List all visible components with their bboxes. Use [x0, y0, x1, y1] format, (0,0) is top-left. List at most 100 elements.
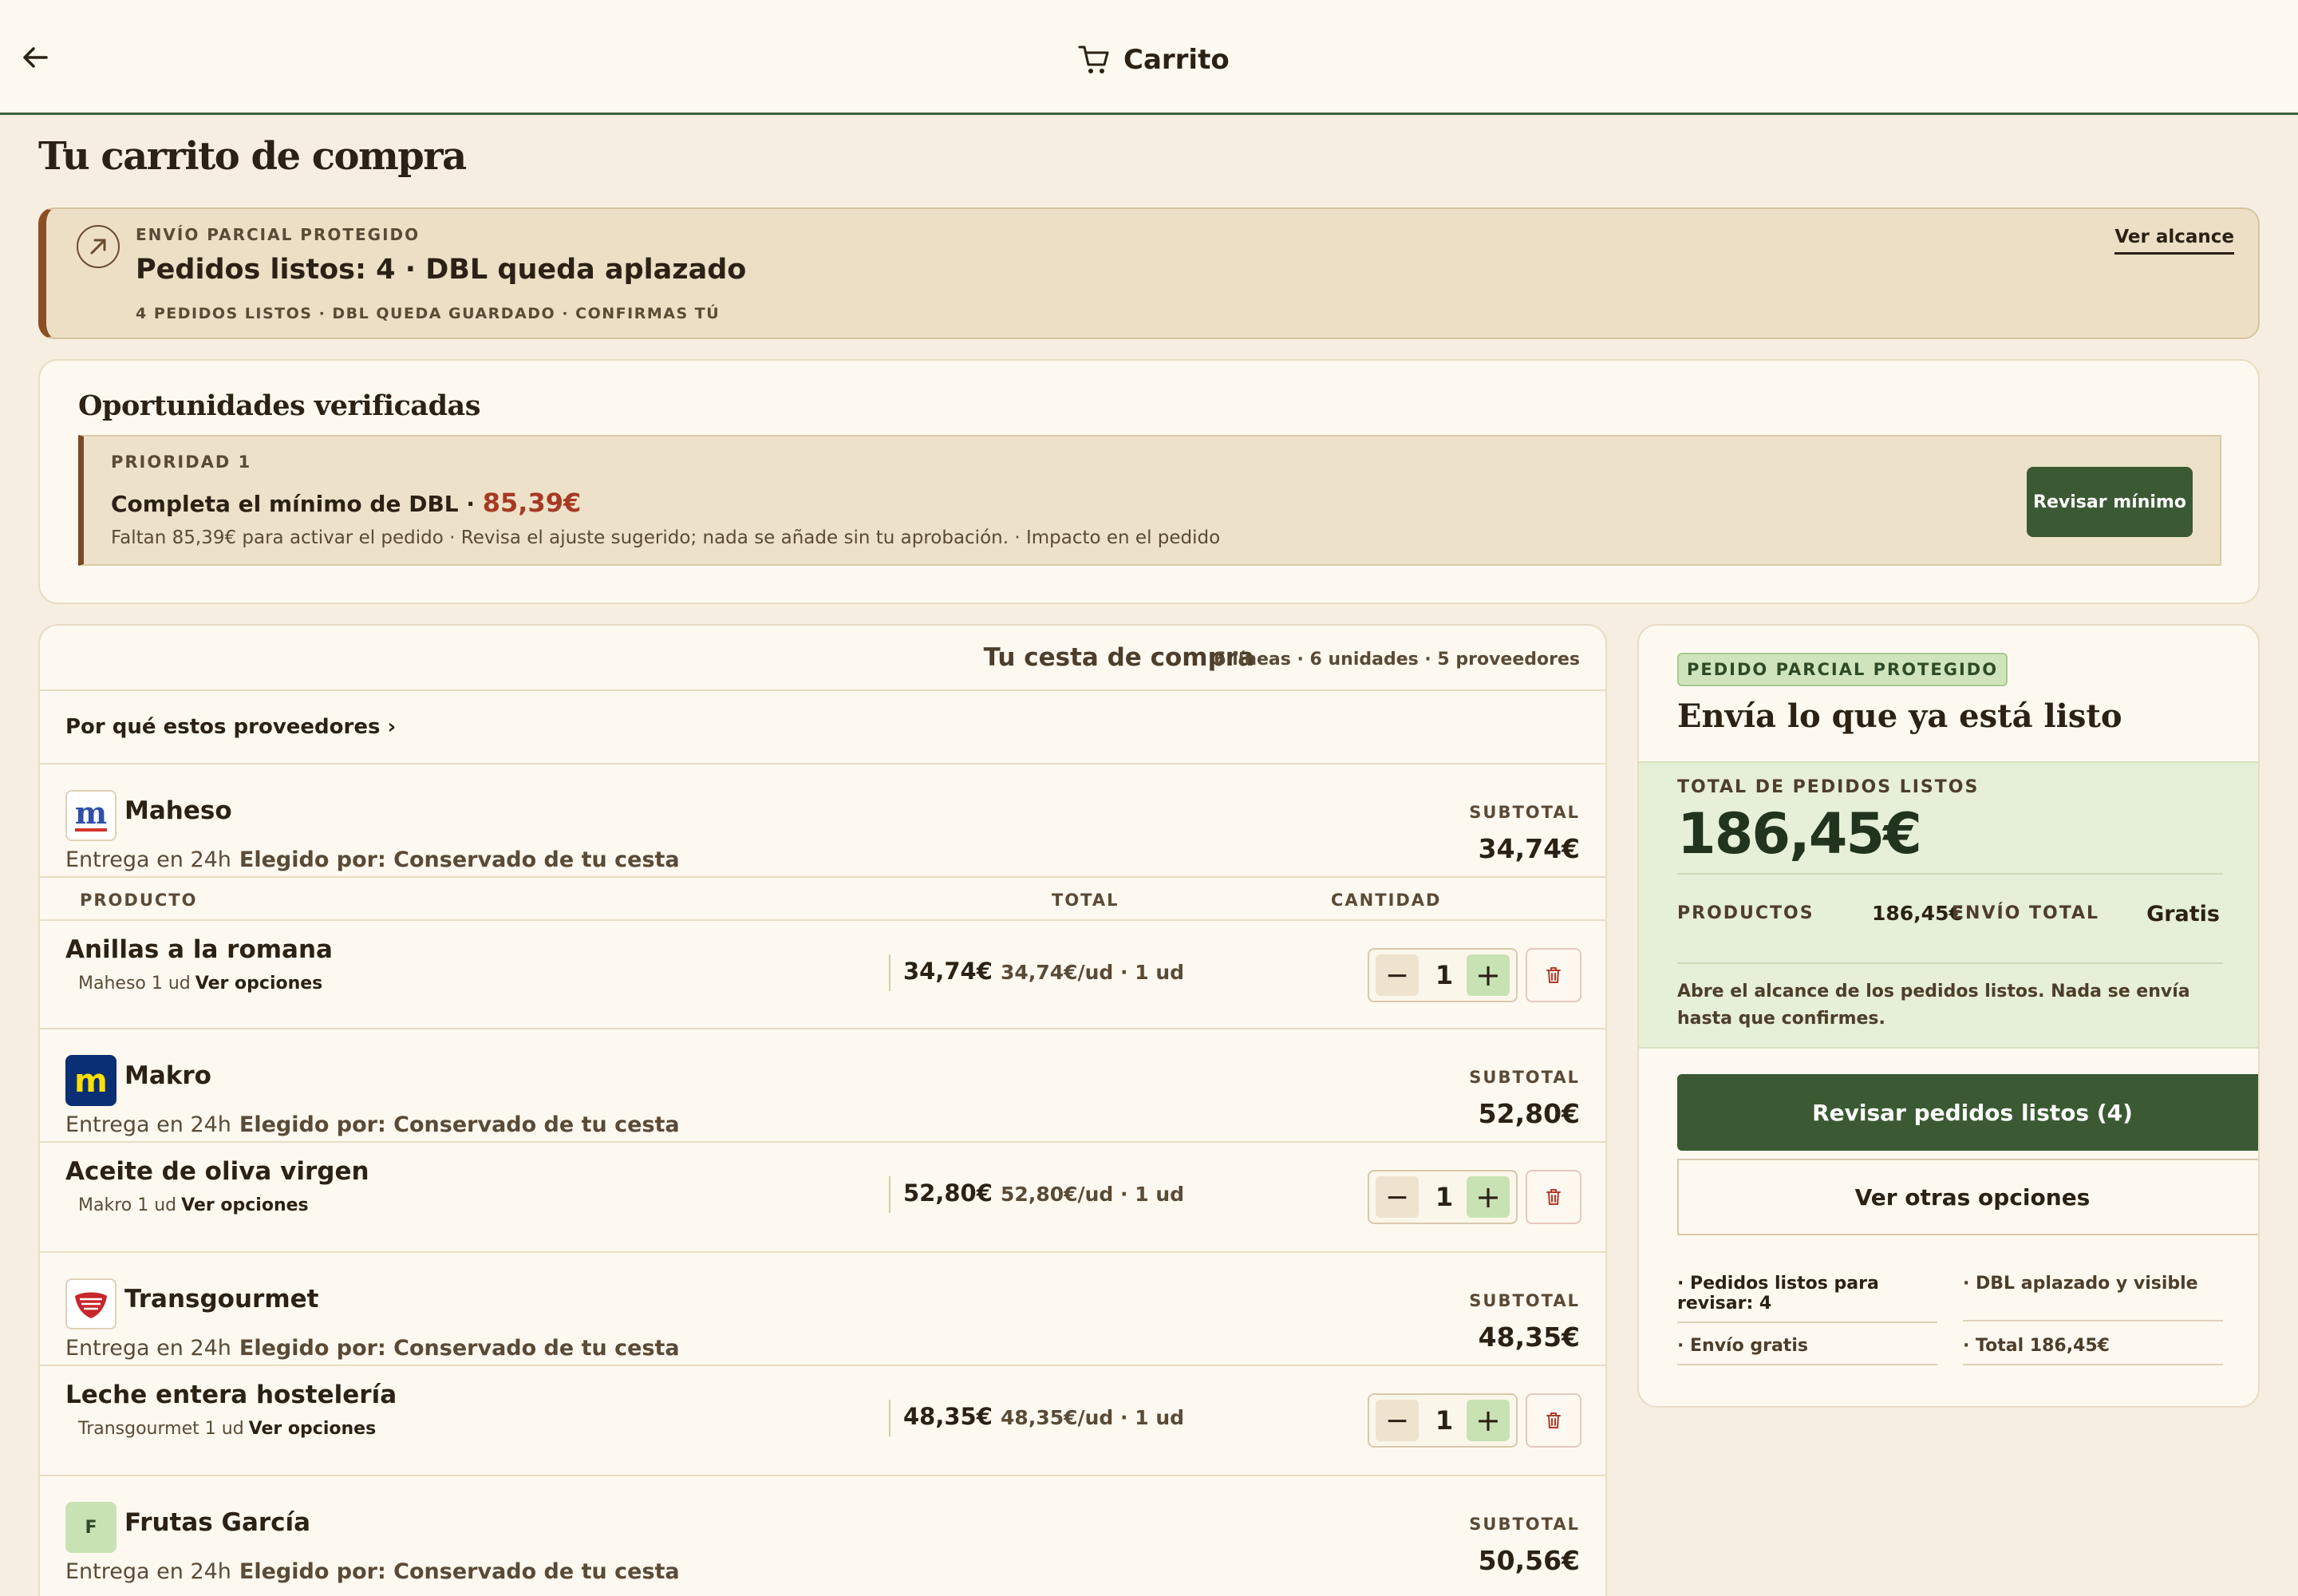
- subtotal-label: SUBTOTAL: [1469, 803, 1580, 822]
- vendor-subtotal: 48,35€: [1478, 1321, 1580, 1353]
- opportunity-card: PRIORIDAD 1 Completa el mínimo de DBL · …: [78, 435, 2221, 566]
- delete-button[interactable]: [1526, 948, 1581, 1002]
- view-scope-link[interactable]: Ver alcance: [2114, 227, 2234, 255]
- divider: [889, 1400, 890, 1436]
- increase-button[interactable]: +: [1467, 954, 1510, 996]
- svg-text:m: m: [74, 1063, 108, 1100]
- summary-totals: TOTAL DE PEDIDOS LISTOS 186,45€ PRODUCTO…: [1639, 761, 2258, 1049]
- quantity-value[interactable]: 1: [1419, 1400, 1470, 1441]
- header-title-text: Carrito: [1123, 44, 1230, 76]
- svg-text:m: m: [75, 795, 107, 831]
- item-vendor: Makro: [78, 1195, 132, 1215]
- item-unit-price: 52,80€/ud · 1 ud: [1001, 1183, 1185, 1206]
- why-suppliers-link[interactable]: Por qué estos proveedores ›: [65, 715, 396, 739]
- item-name: Leche entera hostelería: [65, 1381, 397, 1409]
- item-price: 48,35€ 48,35€/ud · 1 ud: [903, 1403, 1184, 1430]
- total-value: 186,45€: [1677, 801, 1922, 867]
- summary-headline: Envía lo que ya está listo: [1677, 697, 2122, 735]
- review-minimum-button[interactable]: Revisar mínimo: [2027, 467, 2193, 537]
- trash-icon: [1546, 967, 1561, 983]
- quantity-value[interactable]: 1: [1419, 1176, 1470, 1218]
- opportunities-panel: Oportunidades verificadas PRIORIDAD 1 Co…: [38, 359, 2260, 604]
- vendor-logo-frutas-garcia: F: [65, 1502, 116, 1553]
- opportunity-headline-text: Completa el mínimo de DBL ·: [111, 491, 476, 517]
- item-total: 34,74€: [903, 958, 993, 985]
- shipping-value: Gratis: [2146, 902, 2220, 926]
- total-label: TOTAL DE PEDIDOS LISTOS: [1677, 777, 1980, 797]
- cart-meta: 6 líneas · 6 unidades · 5 proveedores: [1214, 650, 1580, 670]
- item-vendor: Transgourmet: [78, 1419, 199, 1439]
- trash-icon: [1546, 1189, 1561, 1205]
- chosen-by-text: Elegido por: Conservado de tu cesta: [239, 1559, 680, 1584]
- vendor-name: Maheso: [124, 796, 232, 825]
- item-unit-qty: 1 ud: [151, 974, 191, 994]
- decrease-button[interactable]: −: [1376, 1400, 1419, 1441]
- see-options-link[interactable]: Ver opciones: [249, 1419, 377, 1439]
- divider: [889, 954, 890, 991]
- cart-item: Anillas a la romana Maheso 1 ud Ver opcio…: [40, 921, 1605, 1029]
- divider: [889, 1176, 890, 1213]
- partial-shipping-banner: ENVÍO PARCIAL PROTEGIDO Pedidos listos: …: [38, 207, 2260, 339]
- decrease-button[interactable]: −: [1376, 1176, 1419, 1218]
- banner-kicker: ENVÍO PARCIAL PROTEGIDO: [136, 225, 421, 244]
- vendor-subtotal: 34,74€: [1478, 833, 1580, 864]
- order-summary-panel: PEDIDO PARCIAL PROTEGIDO Envía lo que ya…: [1637, 624, 2260, 1408]
- trend-arrow-icon: [77, 225, 120, 268]
- page-title: Tu carrito de compra: [38, 134, 467, 179]
- col-quantity: CANTIDAD: [1331, 891, 1442, 910]
- item-sub: Maheso 1 ud Ver opciones: [78, 974, 322, 994]
- see-options-link[interactable]: Ver opciones: [195, 974, 323, 994]
- chosen-by-text: Elegido por: Conservado de tu cesta: [239, 847, 680, 872]
- chosen-by-text: Elegido por: Conservado de tu cesta: [239, 1112, 680, 1137]
- vendor-header: Transgourmet Entrega en 24h Elegido por: …: [40, 1253, 1605, 1366]
- vendor-delivery: Entrega en 24h Elegido por: Conservado de…: [65, 847, 680, 872]
- delete-button[interactable]: [1526, 1393, 1581, 1448]
- col-product: PRODUCTO: [80, 891, 198, 910]
- fact-total: · Total 186,45€: [1963, 1336, 2223, 1365]
- top-bar: Carrito: [0, 0, 2298, 115]
- item-unit-price: 34,74€/ud · 1 ud: [1001, 961, 1185, 984]
- subtotal-label: SUBTOTAL: [1469, 1291, 1580, 1310]
- delivery-text: Entrega en 24h: [65, 1559, 231, 1584]
- fact-free-shipping: · Envío gratis: [1677, 1336, 1937, 1365]
- vendor-subtotal: 52,80€: [1478, 1098, 1580, 1129]
- opportunity-detail: Faltan 85,39€ para activar el pedido · R…: [111, 527, 1221, 548]
- back-button[interactable]: [19, 41, 51, 73]
- status-badge: PEDIDO PARCIAL PROTEGIDO: [1677, 653, 2008, 686]
- fact-dbl-deferred: · DBL aplazado y visible: [1963, 1274, 2223, 1321]
- vendor-delivery: Entrega en 24h Elegido por: Conservado de…: [65, 1112, 680, 1137]
- cart-item: Aceite de oliva virgen Makro 1 ud Ver opc…: [40, 1143, 1605, 1253]
- item-price: 52,80€ 52,80€/ud · 1 ud: [903, 1179, 1184, 1207]
- quantity-value[interactable]: 1: [1419, 954, 1470, 996]
- item-sub: Transgourmet 1 ud Ver opciones: [78, 1419, 376, 1439]
- item-unit-qty: 1 ud: [137, 1195, 177, 1215]
- summary-note: Abre el alcance de los pedidos listos. N…: [1677, 982, 2190, 1029]
- item-price: 34,74€ 34,74€/ud · 1 ud: [903, 958, 1184, 985]
- why-suppliers-row[interactable]: Por qué estos proveedores ›: [40, 691, 1605, 764]
- quantity-stepper: − 1 +: [1368, 1393, 1518, 1448]
- products-label: PRODUCTOS: [1677, 903, 1814, 923]
- vendor-delivery: Entrega en 24h Elegido por: Conservado de…: [65, 1559, 680, 1584]
- see-options-link[interactable]: Ver opciones: [181, 1195, 309, 1215]
- item-total: 52,80€: [903, 1179, 993, 1207]
- delivery-text: Entrega en 24h: [65, 847, 231, 872]
- quantity-stepper: − 1 +: [1368, 948, 1518, 1002]
- review-ready-orders-button[interactable]: Revisar pedidos listos (4): [1677, 1074, 2258, 1151]
- decrease-button[interactable]: −: [1376, 954, 1419, 996]
- arrow-left-icon: [23, 47, 48, 68]
- delete-button[interactable]: [1526, 1170, 1581, 1224]
- vendor-header: F Frutas García Entrega en 24h Elegido po…: [40, 1476, 1605, 1590]
- other-options-button[interactable]: Ver otras opciones: [1677, 1159, 2258, 1235]
- increase-button[interactable]: +: [1467, 1400, 1510, 1441]
- item-name: Anillas a la romana: [65, 935, 333, 964]
- subtotal-label: SUBTOTAL: [1469, 1068, 1580, 1087]
- quantity-stepper: − 1 +: [1368, 1170, 1518, 1224]
- products-value: 186,45€: [1872, 902, 1963, 925]
- opportunity-amount: 85,39€: [482, 488, 582, 518]
- increase-button[interactable]: +: [1467, 1176, 1510, 1218]
- trash-icon: [1546, 1412, 1561, 1428]
- vendor-header: m Makro Entrega en 24h Elegido por: Conse…: [40, 1029, 1605, 1143]
- vendor-header: m Maheso Entrega en 24h Elegido por: Cons…: [40, 764, 1605, 878]
- item-unit-price: 48,35€/ud · 1 ud: [1001, 1406, 1185, 1429]
- chosen-by-text: Elegido por: Conservado de tu cesta: [239, 1336, 680, 1361]
